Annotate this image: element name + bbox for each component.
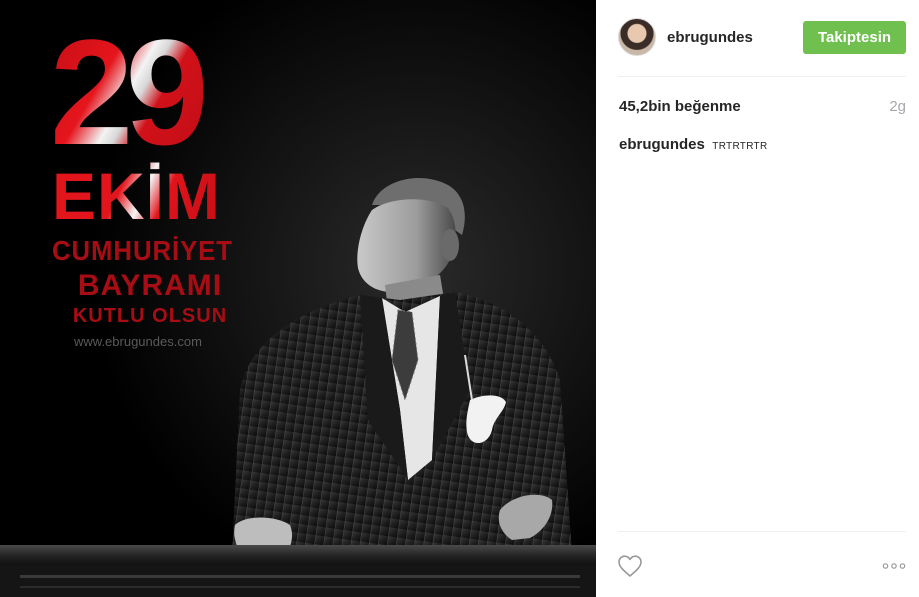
more-options-icon[interactable]	[882, 558, 906, 574]
post-side-panel: ebrugundes Takiptesin 45,2bin beğenme 2g…	[596, 0, 919, 597]
post-image[interactable]: 29 EKİM CUMHURİYET BAYRAMI KUTLU OLSUN w…	[0, 0, 596, 597]
avatar[interactable]	[618, 18, 656, 56]
actions-divider	[618, 531, 906, 532]
header-username[interactable]: ebrugundes	[667, 29, 753, 47]
post-time[interactable]: 2g	[889, 98, 906, 116]
heart-outline-icon[interactable]	[617, 554, 643, 578]
poster-month: EKİM	[52, 160, 252, 232]
following-button[interactable]: Takiptesin	[803, 21, 906, 54]
likes-count[interactable]: 45,2bin beğenme	[619, 98, 741, 116]
poster-line-bayrami: BAYRAMI	[77, 269, 223, 302]
post-header: ebrugundes Takiptesin	[596, 0, 919, 77]
caption: ebrugundes TRTRTRTR	[619, 136, 909, 156]
poster-line-cumhuriyet: CUMHURİYET	[52, 235, 233, 266]
header-divider	[618, 76, 906, 77]
caption-username[interactable]: ebrugundes	[619, 136, 705, 153]
poster-website-watermark: www.ebrugundes.com	[74, 334, 202, 349]
poster-line-kutlu-olsun: KUTLU OLSUN	[72, 305, 228, 327]
poster-day-number: 29	[50, 17, 250, 167]
caption-text: TRTRTRTR	[712, 141, 768, 152]
